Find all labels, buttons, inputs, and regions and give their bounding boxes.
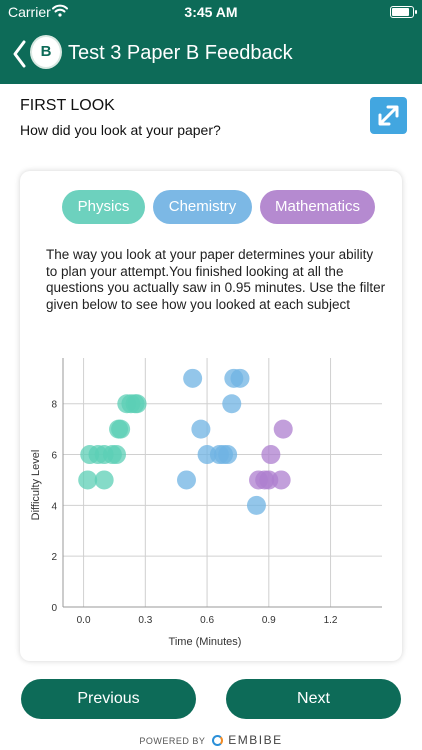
school-logo: B <box>30 35 62 69</box>
y-tick-label: 2 <box>51 552 57 563</box>
status-bar: Carrier 3:45 AM <box>0 0 422 24</box>
battery-icon <box>390 6 417 18</box>
x-tick-label: 0.0 <box>77 615 91 626</box>
y-tick-label: 0 <box>51 603 57 614</box>
powered-by-label: POWERED BY <box>139 736 206 746</box>
chemistry-point <box>218 445 238 465</box>
x-axis-label: Time (Minutes) <box>169 636 242 648</box>
physics-point <box>94 470 114 490</box>
clock: 3:45 AM <box>184 4 238 20</box>
page-title: Test 3 Paper B Feedback <box>68 42 293 64</box>
physics-point <box>127 394 147 414</box>
next-button[interactable]: Next <box>226 679 401 719</box>
y-axis-label: Difficulty Level <box>30 450 42 521</box>
chemistry-point <box>183 368 203 388</box>
x-tick-label: 0.9 <box>262 615 276 626</box>
chemistry-point <box>230 368 250 388</box>
app-header: B Test 3 Paper B Feedback <box>0 24 422 84</box>
physics-point <box>78 470 98 490</box>
brand-name: EMBIBE <box>228 733 283 747</box>
first-look-card: Physics Chemistry Mathematics The way yo… <box>20 171 402 661</box>
chemistry-point <box>222 394 242 414</box>
y-tick-label: 8 <box>51 400 57 411</box>
y-tick-label: 6 <box>51 451 57 462</box>
expand-button[interactable] <box>370 97 407 134</box>
chemistry-point <box>176 470 196 490</box>
footer: POWERED BY EMBIBE <box>0 733 422 747</box>
x-tick-label: 0.6 <box>200 615 214 626</box>
chemistry-point <box>191 419 211 439</box>
expand-icon <box>378 105 399 126</box>
x-tick-label: 1.2 <box>324 615 338 626</box>
chart-points <box>78 368 293 515</box>
chevron-left-icon[interactable] <box>10 38 30 70</box>
physics-point <box>111 419 131 439</box>
scatter-chart: 0.0 0.3 0.6 0.9 1.2 0 2 4 6 8 Time (Minutes) Diff… <box>30 358 382 648</box>
embibe-logo-icon <box>212 735 224 746</box>
x-tick-label: 0.3 <box>138 615 152 626</box>
mathematics-point <box>273 419 293 439</box>
chemistry-point <box>246 495 266 515</box>
physics-point <box>107 445 127 465</box>
mathematics-point <box>271 470 291 490</box>
y-tick-label: 4 <box>51 501 57 512</box>
section-subtitle: How did you look at your paper? <box>20 122 221 138</box>
mathematics-point <box>261 445 281 465</box>
section-title: FIRST LOOK <box>20 97 115 114</box>
previous-button[interactable]: Previous <box>21 679 196 719</box>
